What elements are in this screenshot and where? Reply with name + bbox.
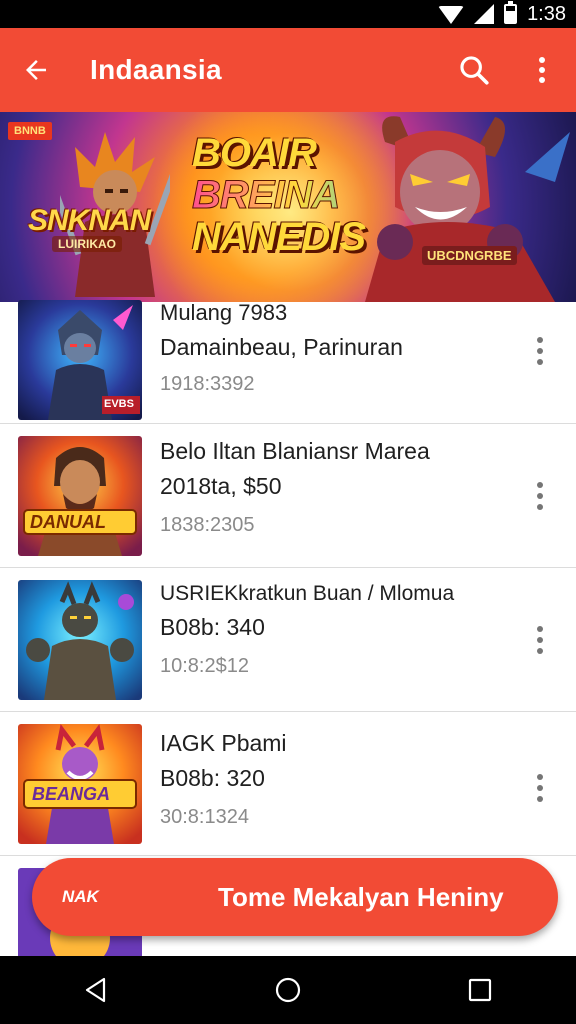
arrow-left-icon	[26, 60, 46, 80]
banner-left-subtitle: LUIRIKAO	[52, 236, 122, 252]
item-subtitle: B08b: 340	[160, 614, 265, 640]
more-dot	[537, 504, 543, 510]
list-item[interactable]: BEANGA IAGK Pbami B08b: 320 30:8:1324	[0, 712, 576, 856]
item-text: Mulang 7983 Damainbeau, Parinuran 1918:3…	[160, 300, 506, 396]
banner-badge: BNNB	[8, 122, 52, 140]
circle-home-icon	[275, 977, 301, 1003]
banner-headline: BOAIR BREINA NANEDIS	[192, 132, 402, 258]
list-item[interactable]: EVBS Mulang 7983 Damainbeau, Parinuran 1…	[0, 300, 576, 424]
item-thumbnail	[18, 580, 142, 700]
item-thumbnail: DANUAL	[18, 436, 142, 556]
banner-headline-line-2: BREINA	[192, 174, 402, 217]
more-dot	[537, 493, 543, 499]
more-vertical-icon	[537, 626, 543, 632]
thumbnail-tag: DANUAL	[30, 512, 106, 532]
back-button[interactable]	[0, 28, 72, 112]
item-meta: 10:8:2$12	[160, 655, 249, 677]
search-icon	[460, 56, 489, 85]
more-dot	[537, 359, 543, 365]
item-more-button[interactable]	[528, 476, 552, 516]
more-vertical-icon	[537, 337, 543, 343]
more-dot	[537, 348, 543, 354]
thumbnail-tag: EVBS	[104, 398, 134, 410]
banner-headline-line-1: BOAIR	[192, 131, 317, 175]
fab-left-text: NAK	[62, 887, 99, 906]
item-text: IAGK Pbami B08b: 320 30:8:1324	[160, 730, 506, 829]
banner-right-tag: UBCDNGRBE	[422, 246, 517, 265]
list-item[interactable]: USRIEKkratkun Buan / Mlomua B08b: 340 10…	[0, 568, 576, 712]
more-dot	[537, 648, 543, 654]
status-time: 1:38	[527, 2, 566, 25]
more-dot	[537, 785, 543, 791]
wifi-icon	[438, 6, 465, 24]
item-meta: 1918:3392	[160, 373, 255, 395]
page-title: Indaansia	[90, 54, 222, 85]
item-title: Belo Iltan Blaniansr Marea	[160, 438, 430, 464]
app-bar: Indaansia	[0, 28, 576, 112]
item-thumbnail: EVBS	[18, 300, 142, 420]
item-meta: 1838:2305	[160, 514, 255, 536]
banner-left-title: SNKNAN	[28, 204, 151, 237]
more-vertical-icon	[537, 482, 543, 488]
overflow-menu-button[interactable]	[508, 28, 576, 112]
item-more-button[interactable]	[528, 331, 552, 371]
more-dot	[537, 796, 543, 802]
item-text: Belo Iltan Blaniansr Marea 2018ta, $50 1…	[160, 438, 506, 537]
thumbnail-art	[18, 580, 142, 700]
item-title: USRIEKkratkun Buan / Mlomua	[160, 582, 455, 605]
item-title: Mulang 7983	[160, 300, 288, 325]
more-vertical-icon	[539, 57, 545, 83]
item-subtitle: Damainbeau, Parinuran	[160, 334, 403, 360]
list-item[interactable]: DANUAL Belo Iltan Blaniansr Marea 2018ta…	[0, 424, 576, 568]
more-dot	[537, 637, 543, 643]
thumbnail-art	[18, 436, 142, 556]
status-bar: 1:38	[0, 0, 576, 28]
triangle-back-icon	[85, 977, 106, 1003]
screen: 1:38 Indaansia BNNB SNKNAN LUIRIKAO BOAI…	[0, 0, 576, 1024]
item-thumbnail: BEANGA	[18, 724, 142, 844]
thumbnail-tag: BEANGA	[32, 784, 111, 804]
nav-home-button[interactable]	[258, 960, 318, 1020]
fab-label: Tome Mekalyan Heniny	[218, 881, 504, 912]
square-recents-icon	[468, 978, 492, 1002]
signal-icon	[474, 4, 495, 24]
item-meta: 30:8:1324	[160, 806, 249, 828]
item-subtitle: B08b: 320	[160, 765, 265, 791]
banner-headline-line-3: NANEDIS	[192, 215, 366, 259]
primary-action-button[interactable]: NAK Tome Mekalyan Heniny	[32, 858, 558, 936]
item-more-button[interactable]	[528, 620, 552, 660]
item-text: USRIEKkratkun Buan / Mlomua B08b: 340 10…	[160, 582, 506, 678]
search-button[interactable]	[440, 28, 508, 112]
nav-recents-button[interactable]	[450, 960, 510, 1020]
battery-icon	[504, 1, 518, 24]
item-more-button[interactable]	[528, 768, 552, 808]
item-subtitle: 2018ta, $50	[160, 473, 282, 499]
promo-banner[interactable]: BNNB SNKNAN LUIRIKAO BOAIR BREINA NANEDI…	[0, 112, 576, 302]
item-title: IAGK Pbami	[160, 730, 287, 756]
more-vertical-icon	[537, 774, 543, 780]
system-nav-bar	[0, 956, 576, 1024]
nav-back-button[interactable]	[66, 960, 126, 1020]
